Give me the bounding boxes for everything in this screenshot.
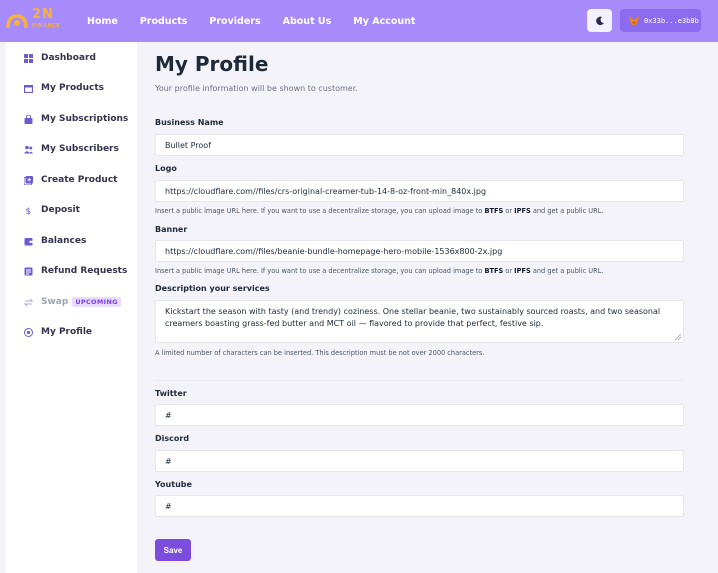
sidebar-item-balances[interactable]: Balances: [24, 234, 86, 248]
help-suffix: and get a public URL.: [530, 267, 604, 275]
brand-logo[interactable]: 2N FINANCE: [6, 8, 66, 34]
help-or: or: [503, 207, 515, 215]
youtube-label: Youtube: [155, 480, 192, 489]
swap-icon: [24, 298, 33, 307]
save-button[interactable]: Save: [155, 539, 191, 561]
top-navbar: 2N FINANCE Home Products Providers About…: [0, 0, 718, 42]
sidebar-item-label: My Profile: [41, 327, 93, 337]
section-divider: [155, 380, 684, 381]
banner-help-text: Insert a public image URL here. If you w…: [155, 267, 604, 275]
banner-url-input[interactable]: https://cloudflare.com//files/beanie-bun…: [155, 240, 684, 262]
sidebar-item-my-products[interactable]: My Products: [24, 81, 104, 95]
sidebar-item-label: My Subscriptions: [41, 114, 129, 124]
page-subtitle: Your profile information will be shown t…: [155, 84, 358, 93]
logo-subtext: FINANCE: [32, 23, 61, 29]
main-nav: Home Products Providers About Us My Acco…: [87, 0, 437, 42]
youtube-input[interactable]: #: [155, 495, 684, 517]
sidebar-item-label: My Subscribers: [41, 144, 119, 154]
description-textarea[interactable]: Kickstart the season with tasty (and tre…: [155, 300, 684, 343]
twitter-input[interactable]: #: [155, 404, 684, 426]
nav-providers[interactable]: Providers: [209, 16, 260, 27]
banner-label: Banner: [155, 225, 188, 234]
sidebar-item-label: Balances: [41, 236, 87, 246]
ipfs-label: IPFS: [514, 267, 531, 275]
business-name-label: Business Name: [155, 118, 224, 127]
metamask-fox-icon: [629, 16, 639, 25]
description-text: Kickstart the season with tasty (and tre…: [165, 307, 661, 328]
description-label: Description your services: [155, 284, 270, 293]
sidebar-item-deposit[interactable]: $ Deposit: [24, 203, 80, 217]
logo-label: Logo: [155, 164, 177, 173]
btfs-label: BTFS: [484, 207, 504, 215]
upcoming-badge: UPCOMING: [72, 297, 121, 307]
logo-mark-icon: [6, 14, 28, 29]
nav-home[interactable]: Home: [87, 16, 118, 27]
sidebar-item-swap: Swap UPCOMING: [24, 295, 121, 309]
sidebar-item-label: Dashboard: [41, 53, 96, 63]
theme-toggle-button[interactable]: [587, 9, 612, 32]
users-icon: [24, 145, 33, 154]
refund-icon: [24, 267, 33, 276]
help-or: or: [503, 267, 515, 275]
svg-text:$: $: [26, 207, 32, 215]
logo-url-input[interactable]: https://cloudflare.com//files/crs-origin…: [155, 180, 684, 202]
logo-help-text: Insert a public image URL here. If you w…: [155, 207, 604, 215]
user-circle-icon: [24, 327, 33, 337]
ipfs-label: IPFS: [514, 207, 531, 215]
sidebar-item-label: Create Product: [41, 175, 118, 185]
dashboard-icon: [24, 53, 33, 63]
page-title: My Profile: [155, 52, 269, 76]
business-name-input[interactable]: Bullet Proof: [155, 134, 684, 156]
sidebar-item-label: Deposit: [41, 205, 80, 215]
logo-text: 2N: [32, 7, 54, 22]
help-prefix: Insert a public image URL here. If you w…: [155, 267, 485, 275]
description-help-text: A limited number of characters can be in…: [155, 349, 485, 357]
sidebar-item-dashboard[interactable]: Dashboard: [24, 51, 96, 65]
wallet-address: 0x33b...e3b8b: [644, 16, 699, 25]
wallet-icon: [24, 237, 33, 246]
help-suffix: and get a public URL.: [530, 207, 604, 215]
plus-square-icon: [24, 175, 33, 185]
btfs-label: BTFS: [484, 267, 504, 275]
sidebar-item-refund-requests[interactable]: Refund Requests: [24, 264, 127, 278]
nav-products[interactable]: Products: [140, 16, 188, 27]
help-prefix: Insert a public image URL here. If you w…: [155, 207, 485, 215]
nav-about-us[interactable]: About Us: [283, 16, 332, 27]
moon-icon: [595, 16, 604, 25]
dollar-icon: $: [24, 206, 33, 215]
box-icon: [24, 84, 33, 93]
discord-label: Discord: [155, 434, 190, 443]
sidebar-item-label: My Products: [41, 83, 105, 93]
sidebar-item-create-product[interactable]: Create Product: [24, 173, 117, 187]
sidebar-item-my-subscribers[interactable]: My Subscribers: [24, 142, 119, 156]
wallet-button[interactable]: 0x33b...e3b8b: [620, 9, 701, 32]
sidebar-item-label: Swap: [41, 297, 69, 307]
sidebar-item-my-profile[interactable]: My Profile: [24, 325, 92, 339]
nav-my-account[interactable]: My Account: [353, 16, 415, 27]
sidebar: Dashboard My Products My Subscriptions M…: [6, 42, 137, 573]
sidebar-item-my-subscriptions[interactable]: My Subscriptions: [24, 112, 128, 126]
bag-icon: [24, 114, 33, 124]
sidebar-item-label: Refund Requests: [41, 266, 128, 276]
resize-handle-icon[interactable]: [675, 334, 681, 340]
discord-input[interactable]: #: [155, 450, 684, 472]
twitter-label: Twitter: [155, 389, 187, 398]
